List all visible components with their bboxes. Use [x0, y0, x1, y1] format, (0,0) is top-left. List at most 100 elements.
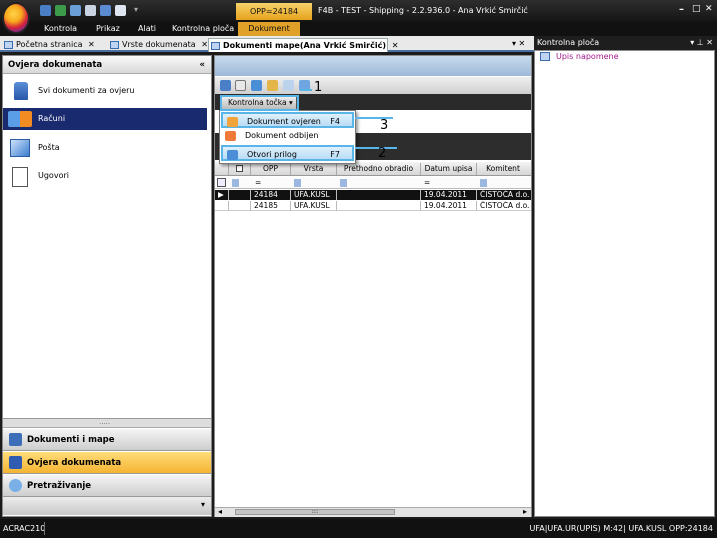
menu-kontrolna-ploca[interactable]: Kontrolna ploča: [172, 24, 234, 33]
nav-item-label: Ugovori: [38, 171, 69, 180]
cell-prethodno: [337, 190, 421, 200]
menu-item-otvori-prilog[interactable]: Otvori prilog F7: [221, 145, 354, 161]
filter-opp[interactable]: =: [255, 178, 261, 187]
nav-item-svi-dokumenti[interactable]: Svi dokumenti za ovjeru: [8, 80, 208, 102]
folder-icon[interactable]: [267, 80, 278, 91]
stamp-icon: [9, 456, 22, 469]
cell-opp: 24185: [251, 201, 291, 211]
table-row[interactable]: ▶ 24184 UFA.KUSL 19.04.2011 ČISTOĆA d.o.: [215, 190, 531, 200]
calendar-icon[interactable]: [55, 5, 66, 16]
filter-komitent-icon[interactable]: [480, 179, 487, 187]
splitter-grip: .....: [99, 418, 111, 426]
callout-2: 2: [378, 146, 387, 161]
column-header-vrsta[interactable]: Vrsta: [291, 163, 337, 175]
export-icon[interactable]: [100, 5, 111, 16]
menu-item-label: Dokument ovjeren: [247, 117, 321, 126]
column-header-opp[interactable]: OPP: [251, 163, 291, 175]
row-indicator-icon: ▶: [215, 190, 229, 200]
filter-operator-icon[interactable]: [232, 179, 239, 187]
refresh-icon[interactable]: [220, 80, 231, 91]
cell-opp: 24184: [251, 190, 291, 200]
document-icon[interactable]: [115, 5, 126, 16]
tab-close-icon[interactable]: ✕: [392, 41, 399, 50]
cell-komitent: ČISTOĆA d.o.: [480, 190, 529, 199]
menu-item-dokument-ovjeren[interactable]: Dokument ovjeren F4: [221, 112, 354, 128]
cell-datum: 19.04.2011: [421, 190, 477, 200]
copy-icon[interactable]: [283, 80, 294, 91]
column-header-komitent[interactable]: Komitent: [477, 163, 529, 175]
scroll-right-icon[interactable]: ▸: [523, 507, 527, 516]
attachment-icon[interactable]: [251, 80, 262, 91]
row-checkbox[interactable]: [229, 201, 251, 211]
filter-prethodno-icon[interactable]: [340, 179, 347, 187]
filter-editor-icon[interactable]: [217, 178, 226, 187]
stamp-icon: [14, 82, 28, 100]
filter-datum[interactable]: =: [424, 178, 430, 187]
menu-dokument[interactable]: Dokument: [238, 22, 300, 36]
column-header-prethodno-obradio[interactable]: Prethodno obradio: [337, 163, 421, 175]
menu-item-label: Otvori prilog: [247, 150, 297, 159]
reject-icon: [225, 131, 236, 141]
link-label: Upis napomene: [556, 52, 619, 61]
quick-access-dropdown-icon[interactable]: ▾: [134, 5, 138, 14]
tab-close-icon[interactable]: ✕: [201, 40, 208, 49]
nav-item-label: Svi dokumenti za ovjeru: [38, 86, 135, 95]
contract-document-icon: [12, 167, 28, 187]
nav-item-posta[interactable]: Pošta: [8, 137, 208, 159]
tab-dokumenti-mape[interactable]: Dokumenti mape(Ana Vrkić Smirčić) ✕: [208, 38, 398, 52]
column-header-datum-upisa[interactable]: Datum upisa: [421, 163, 477, 175]
scroll-thumb[interactable]: ::::: [235, 509, 395, 515]
cell-vrsta: UFA.KUSL: [291, 201, 337, 211]
cell-komitent: ČISTOĆA d.o.: [480, 201, 529, 210]
menu-item-dokument-odbijen[interactable]: Dokument odbijen: [221, 128, 354, 144]
row-checkbox[interactable]: [229, 190, 251, 200]
nav-item-ugovori[interactable]: Ugovori: [8, 165, 208, 187]
pane-controls[interactable]: ▾ ✕: [512, 39, 525, 48]
left-panel-title: Ovjera dokumenata «: [3, 56, 211, 74]
panel-splitter[interactable]: .....: [3, 418, 211, 428]
app-logo-icon[interactable]: [2, 2, 30, 34]
edit-icon[interactable]: [235, 80, 246, 91]
minimize-button[interactable]: –: [679, 4, 684, 15]
tab-close-icon[interactable]: ✕: [88, 40, 95, 49]
tab-vrste-dokumenata[interactable]: Vrste dokumenata ✕: [108, 38, 208, 52]
menu-item-label: Dokument odbijen: [245, 131, 319, 140]
save-icon[interactable]: [70, 5, 81, 16]
status-bar: ACRAC210 UFA|UFA.UR(UPIS) M:42| UFA.KUSL…: [0, 519, 717, 538]
panel-button-label: Dokumenti i mape: [27, 435, 115, 445]
undo-icon[interactable]: [85, 5, 96, 16]
status-context: UFA|UFA.UR(UPIS) M:42| UFA.KUSL OPP:2418…: [529, 524, 713, 533]
envelope-icon: [10, 139, 30, 157]
cell-vrsta: UFA.KUSL: [291, 190, 337, 200]
filter-vrsta-icon[interactable]: [294, 179, 301, 187]
menu-alati[interactable]: Alati: [138, 24, 156, 33]
shortcut-key: F7: [330, 150, 340, 159]
invoice-arrow-icon: [8, 111, 32, 127]
callout-line-1: [300, 89, 312, 91]
panel-button-dokumenti-i-mape[interactable]: Dokumenti i mape: [3, 429, 211, 451]
collapse-panel-button[interactable]: «: [200, 56, 206, 74]
horizontal-scrollbar[interactable]: ◂ :::: ▸: [215, 507, 531, 517]
panel-button-ovjera-dokumenata[interactable]: Ovjera dokumenata: [3, 452, 211, 474]
tab-pocetna-stranica[interactable]: Početna stranica ✕: [2, 38, 102, 52]
configure-buttons-icon[interactable]: ▾: [201, 500, 205, 509]
row-indicator-header: [215, 163, 229, 175]
menu-kontrola[interactable]: Kontrola: [44, 24, 77, 33]
callout-1: 1: [314, 80, 323, 95]
pane-header-band: [215, 56, 531, 76]
menu-prikaz[interactable]: Prikaz: [96, 24, 120, 33]
tab-label: Vrste dokumenata: [122, 40, 196, 49]
maximize-button[interactable]: □: [692, 4, 701, 14]
right-panel-controls[interactable]: ▾ ⊥ ✕: [690, 36, 713, 50]
panel-button-pretrazivanje[interactable]: Pretraživanje: [3, 475, 211, 497]
nav-item-label: Pošta: [38, 143, 60, 152]
folder-list-icon: [9, 433, 22, 446]
table-row[interactable]: 24185 UFA.KUSL 19.04.2011 ČISTOĆA d.o.: [215, 201, 531, 211]
close-window-button[interactable]: ✕: [705, 4, 713, 14]
monitor-icon: [211, 42, 220, 50]
scroll-left-icon[interactable]: ◂: [218, 507, 222, 516]
upis-napomene-link[interactable]: Upis napomene: [540, 51, 619, 63]
select-all-checkbox[interactable]: [229, 163, 251, 175]
home-icon[interactable]: [40, 5, 51, 16]
nav-item-racuni[interactable]: Računi: [3, 108, 207, 130]
